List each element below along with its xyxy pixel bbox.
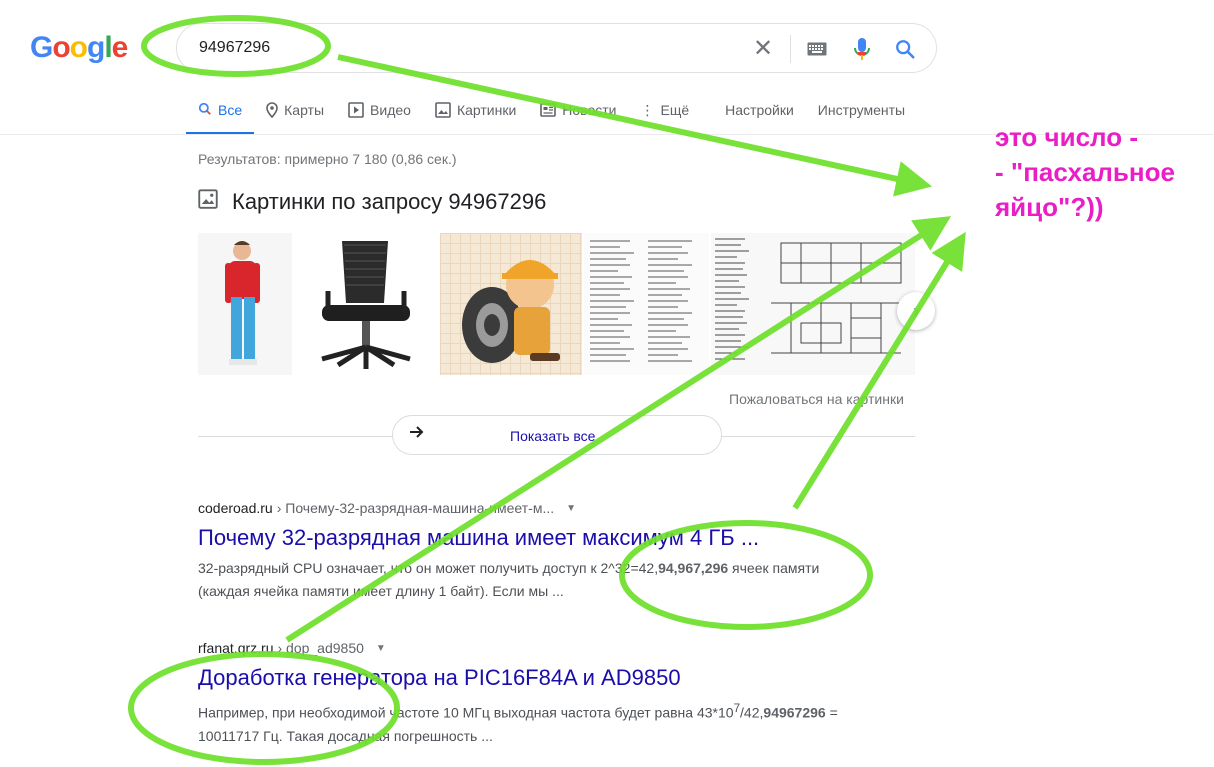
- result-stats: Результатов: примерно 7 180 (0,86 сек.): [198, 151, 457, 167]
- image-thumbnail-mechanic[interactable]: [440, 233, 582, 375]
- image-thumbnail-boy[interactable]: [198, 233, 292, 375]
- image-thumbnail-chair[interactable]: [294, 233, 438, 375]
- search-input[interactable]: 94967296: [199, 39, 270, 57]
- arrow-right-icon: [409, 424, 425, 445]
- more-icon: ⋮: [640, 102, 655, 118]
- tab-news[interactable]: Новости: [528, 92, 628, 135]
- search-result: coderoad.ru › Почему-32-разрядная-машина…: [198, 500, 898, 603]
- tab-label: Настройки: [725, 102, 794, 118]
- microphone-icon[interactable]: [850, 37, 874, 61]
- tab-label: Карты: [284, 102, 325, 118]
- report-images-link[interactable]: Пожаловаться на картинки: [729, 391, 904, 407]
- tab-label: Видео: [370, 102, 411, 118]
- play-icon: [348, 102, 364, 121]
- news-icon: [540, 102, 557, 121]
- image-icon: [435, 102, 451, 121]
- result-breadcrumb[interactable]: rfanat.qrz.ru › dop_ad9850 ▼: [198, 640, 898, 656]
- images-heading-text: Картинки по запросу 94967296: [232, 189, 547, 214]
- carousel-next-button[interactable]: ›: [897, 292, 935, 330]
- image-thumbnail-listing[interactable]: [584, 233, 709, 375]
- search-box[interactable]: 94967296 ✕: [176, 23, 937, 73]
- pin-icon: [266, 102, 278, 121]
- tab-label: Все: [218, 102, 243, 118]
- images-heading[interactable]: Картинки по запросу 94967296: [198, 189, 546, 215]
- search-tabs: Все Карты Видео Картинки Новости ⋮ Ещё Н…: [186, 92, 917, 135]
- tab-video[interactable]: Видео: [336, 92, 423, 135]
- search-icon: [198, 102, 212, 119]
- caret-down-icon[interactable]: ▼: [376, 643, 386, 654]
- image-icon: [198, 189, 218, 215]
- tab-maps[interactable]: Карты: [254, 92, 336, 135]
- tab-label: Новости: [562, 102, 617, 118]
- search-submit-icon[interactable]: [893, 37, 917, 61]
- annotation-note: это число - - "пасхальное яйцо"?)): [995, 122, 1175, 222]
- chevron-right-icon: ›: [913, 300, 919, 321]
- keyboard-icon[interactable]: [805, 37, 829, 61]
- result-snippet: 32-разрядный CPU означает, что он может …: [198, 560, 820, 599]
- search-divider: [790, 35, 791, 63]
- tab-more[interactable]: ⋮ Ещё: [628, 92, 701, 135]
- result-path: › Почему-32-разрядная-машина-имеет-м...: [276, 500, 555, 516]
- result-domain: rfanat.qrz.ru: [198, 640, 274, 656]
- show-all-images-button[interactable]: Показать все: [392, 415, 722, 455]
- result-snippet: Например, при необходимой частоте 10 МГц…: [198, 702, 838, 744]
- tab-settings[interactable]: Настройки: [713, 92, 806, 135]
- result-title-link[interactable]: Почему 32-разрядная машина имеет максиму…: [198, 525, 898, 551]
- search-result: rfanat.qrz.ru › dop_ad9850 ▼ Доработка г…: [198, 640, 898, 748]
- tab-all[interactable]: Все: [186, 92, 255, 135]
- clear-icon[interactable]: ✕: [751, 37, 775, 61]
- tab-images[interactable]: Картинки: [423, 92, 528, 135]
- tab-tools[interactable]: Инструменты: [806, 92, 917, 135]
- result-path: › dop_ad9850: [277, 640, 364, 656]
- google-logo[interactable]: Google: [30, 31, 128, 65]
- tab-label: Ещё: [660, 102, 690, 118]
- caret-down-icon[interactable]: ▼: [566, 503, 576, 514]
- tab-label: Картинки: [456, 102, 517, 118]
- show-all-label: Показать все: [510, 428, 596, 444]
- tab-label: Инструменты: [817, 102, 906, 118]
- result-breadcrumb[interactable]: coderoad.ru › Почему-32-разрядная-машина…: [198, 500, 898, 516]
- result-title-link[interactable]: Доработка генератора на PIC16F84A и AD98…: [198, 665, 898, 691]
- image-thumbnail-schematic[interactable]: [711, 233, 915, 375]
- result-domain: coderoad.ru: [198, 500, 273, 516]
- image-carousel: [198, 233, 915, 375]
